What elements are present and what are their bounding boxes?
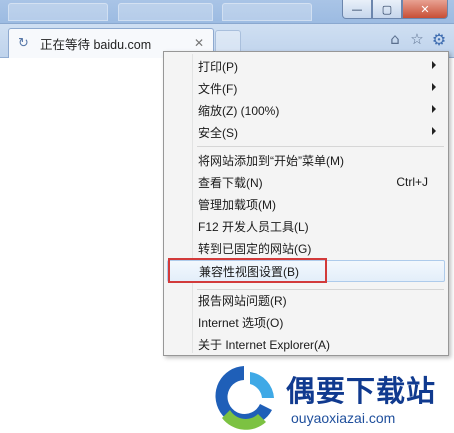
background-tab[interactable] xyxy=(118,3,213,21)
favorites-star-icon[interactable]: ☆ xyxy=(408,30,426,48)
menu-item-label: F12 开发人员工具(L) xyxy=(198,219,309,234)
brand-url: ouyaoxiazai.com xyxy=(291,410,396,426)
menu-item-shortcut: Ctrl+J xyxy=(396,175,428,189)
menu-item-zoom[interactable]: 缩放(Z) (100%) xyxy=(167,99,445,121)
menu-item-label: 文件(F) xyxy=(198,81,238,96)
tools-menu: 打印(P) 文件(F) 缩放(Z) (100%) 安全(S) 将网站添加到“开始… xyxy=(163,51,449,356)
menu-item-view-downloads[interactable]: 查看下载(N) Ctrl+J xyxy=(167,171,445,193)
menu-item-label: 关于 Internet Explorer(A) xyxy=(198,337,331,352)
menu-item-file[interactable]: 文件(F) xyxy=(167,77,445,99)
menu-item-label: 缩放(Z) (100%) xyxy=(198,103,280,118)
menu-item-pinned-sites[interactable]: 转到已固定的网站(G) xyxy=(167,237,445,259)
submenu-arrow-icon xyxy=(432,127,436,135)
close-window-button[interactable]: ✕ xyxy=(402,0,448,19)
submenu-arrow-icon xyxy=(432,105,436,113)
menu-item-compat-view[interactable]: 兼容性视图设置(B) xyxy=(167,260,445,282)
menu-item-label: 打印(P) xyxy=(198,59,238,74)
submenu-arrow-icon xyxy=(432,83,436,91)
brand-logo-icon xyxy=(215,366,274,430)
menu-item-label: 查看下载(N) xyxy=(198,175,263,190)
menu-item-report-problem[interactable]: 报告网站问题(R) xyxy=(167,289,445,311)
menu-item-manage-addons[interactable]: 管理加载项(M) xyxy=(167,193,445,215)
background-tab[interactable] xyxy=(222,3,312,21)
submenu-arrow-icon xyxy=(432,61,436,69)
reload-icon: ↻ xyxy=(18,36,29,51)
brand-name: 偶要下载站 xyxy=(286,376,437,408)
menu-item-label: 转到已固定的网站(G) xyxy=(198,241,312,256)
tab-close-button[interactable]: ✕ xyxy=(194,36,204,50)
command-icons: ⌂ ☆ ⚙ xyxy=(386,30,448,49)
tools-gear-icon[interactable]: ⚙ xyxy=(430,30,448,49)
minimize-button[interactable]: — xyxy=(342,0,372,19)
menu-separator xyxy=(197,146,444,147)
tab-title: 正在等待 baidu.com xyxy=(40,38,152,52)
site-watermark: 偶要下载站 ouyaoxiazai.com xyxy=(204,358,454,433)
menu-item-print[interactable]: 打印(P) xyxy=(167,55,445,77)
window-titlebar: — ▢ ✕ xyxy=(0,0,454,24)
menu-item-about-ie[interactable]: 关于 Internet Explorer(A) xyxy=(167,333,445,355)
menu-item-label: 管理加载项(M) xyxy=(198,197,276,212)
menu-item-label: 将网站添加到“开始”菜单(M) xyxy=(198,153,344,168)
menu-item-label: 报告网站问题(R) xyxy=(198,293,287,308)
background-tab[interactable] xyxy=(8,3,108,21)
menu-item-internet-options[interactable]: Internet 选项(O) xyxy=(167,311,445,333)
window-controls: — ▢ ✕ xyxy=(342,0,448,19)
home-icon[interactable]: ⌂ xyxy=(386,30,404,48)
menu-item-safety[interactable]: 安全(S) xyxy=(167,121,445,143)
menu-item-label: 兼容性视图设置(B) xyxy=(199,264,299,279)
menu-item-dev-tools[interactable]: F12 开发人员工具(L) xyxy=(167,215,445,237)
menu-item-label: Internet 选项(O) xyxy=(198,315,284,330)
menu-item-add-to-start[interactable]: 将网站添加到“开始”菜单(M) xyxy=(167,149,445,171)
menu-item-label: 安全(S) xyxy=(198,125,238,140)
maximize-button[interactable]: ▢ xyxy=(372,0,402,19)
